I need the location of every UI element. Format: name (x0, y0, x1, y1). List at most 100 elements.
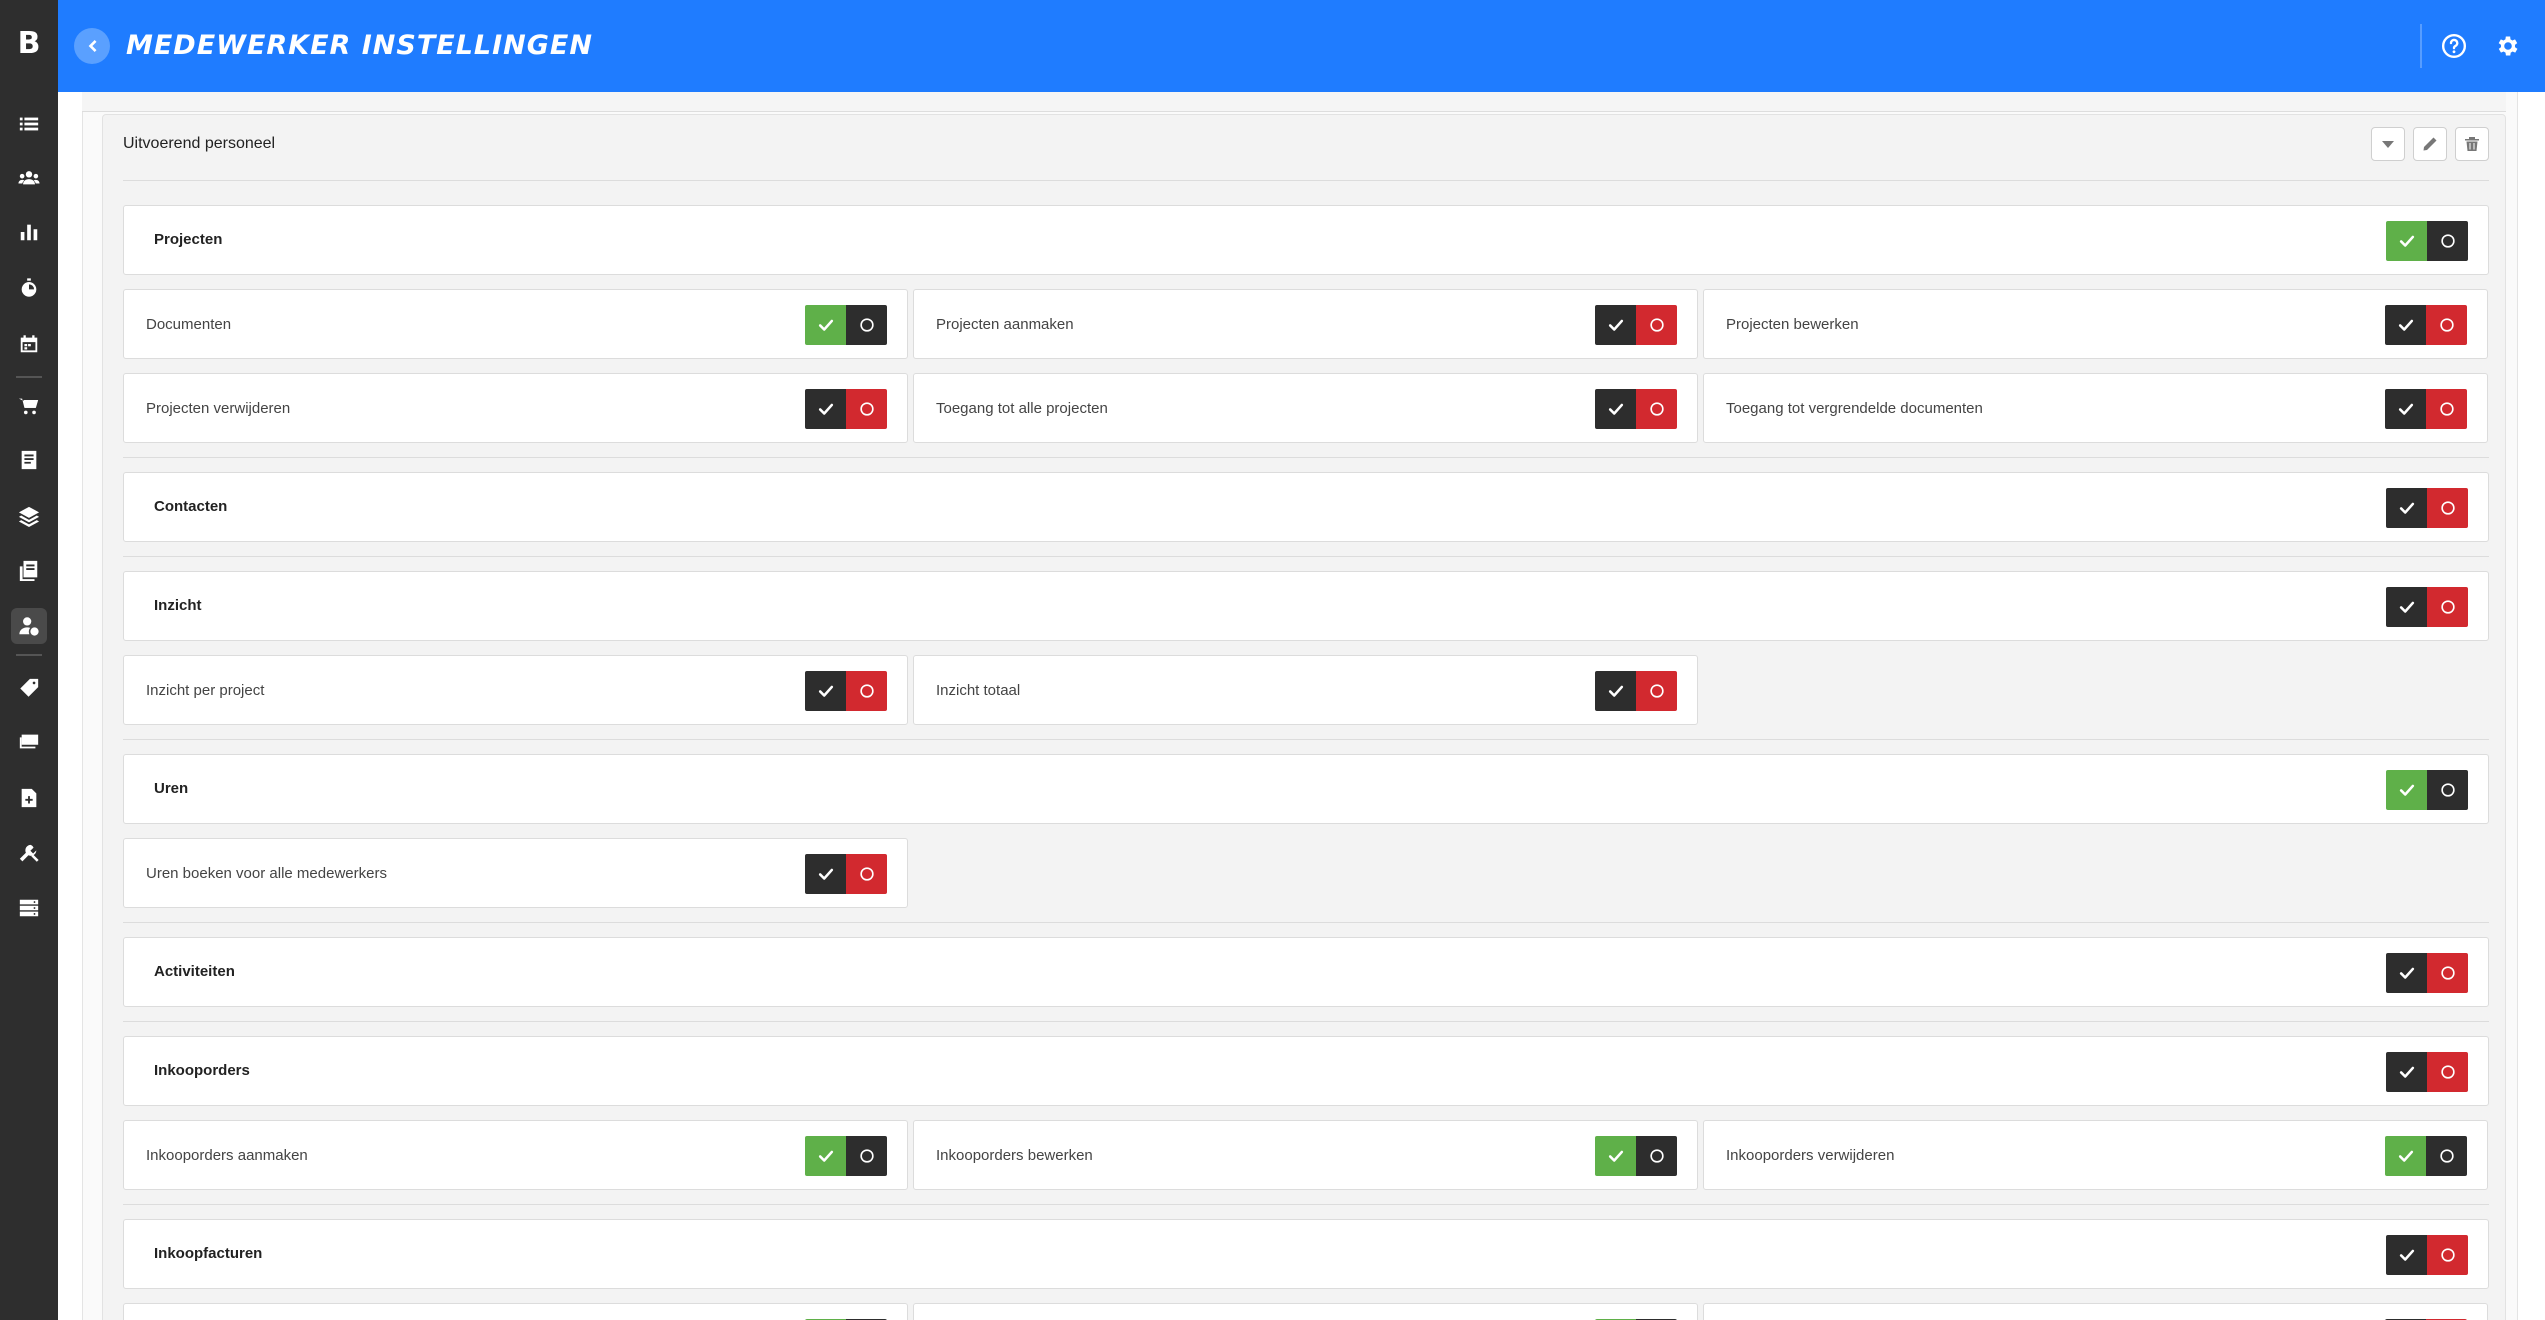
deny-toggle-button[interactable] (1636, 389, 1677, 429)
allow-toggle-button[interactable] (2385, 1136, 2426, 1176)
allow-toggle-button[interactable] (1595, 305, 1636, 345)
permission-toggle (805, 854, 887, 894)
section-divider (123, 457, 2489, 458)
section-label: Inkooporders (154, 1062, 250, 1079)
back-button[interactable] (74, 28, 110, 64)
stopwatch-icon (21, 278, 37, 297)
settings-button[interactable] (2492, 30, 2524, 62)
deny-toggle-button[interactable] (2427, 221, 2468, 261)
permission-item: Documenten (123, 289, 908, 359)
deny-toggle-button[interactable] (846, 854, 887, 894)
allow-toggle-button[interactable] (2386, 770, 2427, 810)
sidebar-item-server[interactable] (11, 890, 47, 926)
sidebar-item-cart[interactable] (11, 388, 47, 424)
deny-toggle-button[interactable] (846, 305, 887, 345)
deny-toggle-button[interactable] (2427, 953, 2468, 993)
check-icon (1608, 1150, 1623, 1162)
check-icon (818, 685, 833, 697)
allow-toggle-button[interactable] (805, 854, 846, 894)
permission-toggle (2386, 770, 2468, 810)
circle-icon (859, 318, 874, 332)
app-logo[interactable]: B (9, 24, 49, 64)
circle-icon (2440, 783, 2455, 797)
permission-item: Inkooporders bewerken (913, 1120, 1698, 1190)
allow-toggle-button[interactable] (2386, 1052, 2427, 1092)
circle-icon (2440, 1065, 2455, 1079)
allow-toggle-button[interactable] (805, 389, 846, 429)
deny-toggle-button[interactable] (2427, 1235, 2468, 1275)
allow-toggle-button[interactable] (805, 671, 846, 711)
allow-toggle-button[interactable] (1595, 1136, 1636, 1176)
permission-toggle (2386, 953, 2468, 993)
permission-toggle (2385, 389, 2467, 429)
allow-toggle-button[interactable] (805, 1136, 846, 1176)
allow-toggle-button[interactable] (2385, 389, 2426, 429)
permission-item: Toegang tot alle projecten (913, 373, 1698, 443)
deny-toggle-button[interactable] (1636, 671, 1677, 711)
bar-chart-icon (20, 224, 38, 241)
delete-button[interactable] (2455, 127, 2489, 161)
sidebar-item-user-settings[interactable] (11, 608, 47, 644)
section-label: Activiteiten (154, 963, 235, 980)
deny-toggle-button[interactable] (2427, 587, 2468, 627)
section-header-row: Activiteiten (123, 937, 2489, 1007)
help-button[interactable] (2438, 30, 2470, 62)
sidebar-item-layers[interactable] (11, 498, 47, 534)
allow-toggle-button[interactable] (2386, 587, 2427, 627)
circle-icon (2440, 600, 2455, 614)
allow-toggle-button[interactable] (2386, 488, 2427, 528)
sidebar-item-add-document[interactable] (11, 780, 47, 816)
sidebar-item-users[interactable] (11, 160, 47, 196)
deny-toggle-button[interactable] (846, 1136, 887, 1176)
allow-toggle-button[interactable] (2386, 1235, 2427, 1275)
check-icon (2399, 1249, 2414, 1261)
check-icon (2398, 403, 2413, 415)
permission-section: Activiteiten (123, 937, 2489, 1007)
permission-toggle (1595, 305, 1677, 345)
deny-toggle-button[interactable] (2427, 770, 2468, 810)
deny-toggle-button[interactable] (2426, 305, 2467, 345)
sidebar-item-bar-chart[interactable] (11, 214, 47, 250)
section-header-row: Projecten (123, 205, 2489, 275)
sidebar-item-stack[interactable] (11, 724, 47, 760)
allow-toggle-button[interactable] (2385, 305, 2426, 345)
check-icon (2399, 784, 2414, 796)
sidebar-item-document[interactable] (11, 442, 47, 478)
allow-toggle-button[interactable] (2386, 221, 2427, 261)
sidebar-item-list[interactable] (11, 106, 47, 142)
help-icon (2441, 33, 2467, 59)
check-icon (1608, 403, 1623, 415)
sidebar-item-stopwatch[interactable] (11, 270, 47, 306)
allow-toggle-button[interactable] (1595, 671, 1636, 711)
circle-icon (2439, 1149, 2454, 1163)
sidebar-item-tools[interactable] (11, 836, 47, 872)
deny-toggle-button[interactable] (1636, 305, 1677, 345)
check-icon (1608, 319, 1623, 331)
sidebar-divider (16, 376, 42, 378)
sidebar-item-tag[interactable] (11, 670, 47, 706)
permission-toggle (805, 1136, 887, 1176)
allow-toggle-button[interactable] (805, 305, 846, 345)
group-title: Uitvoerend personeel (123, 135, 276, 152)
edit-button[interactable] (2413, 127, 2447, 161)
deny-toggle-button[interactable] (1636, 1136, 1677, 1176)
circle-icon (2440, 966, 2455, 980)
permission-label: Projecten bewerken (1726, 316, 1859, 333)
sidebar-item-calendar[interactable] (11, 326, 47, 362)
permission-item: Inzicht totaal (913, 655, 1698, 725)
section-divider (123, 922, 2489, 923)
deny-toggle-button[interactable] (2427, 488, 2468, 528)
deny-toggle-button[interactable] (846, 389, 887, 429)
circle-icon (859, 684, 874, 698)
deny-toggle-button[interactable] (2426, 1136, 2467, 1176)
deny-toggle-button[interactable] (2427, 1052, 2468, 1092)
allow-toggle-button[interactable] (1595, 389, 1636, 429)
permission-item: Projecten aanmaken (913, 289, 1698, 359)
deny-toggle-button[interactable] (846, 671, 887, 711)
allow-toggle-button[interactable] (2386, 953, 2427, 993)
permission-item: Inkooporders aanmaken (123, 1120, 908, 1190)
collapse-button[interactable] (2371, 127, 2405, 161)
check-icon (818, 1150, 833, 1162)
deny-toggle-button[interactable] (2426, 389, 2467, 429)
sidebar-item-invoice[interactable] (11, 552, 47, 588)
